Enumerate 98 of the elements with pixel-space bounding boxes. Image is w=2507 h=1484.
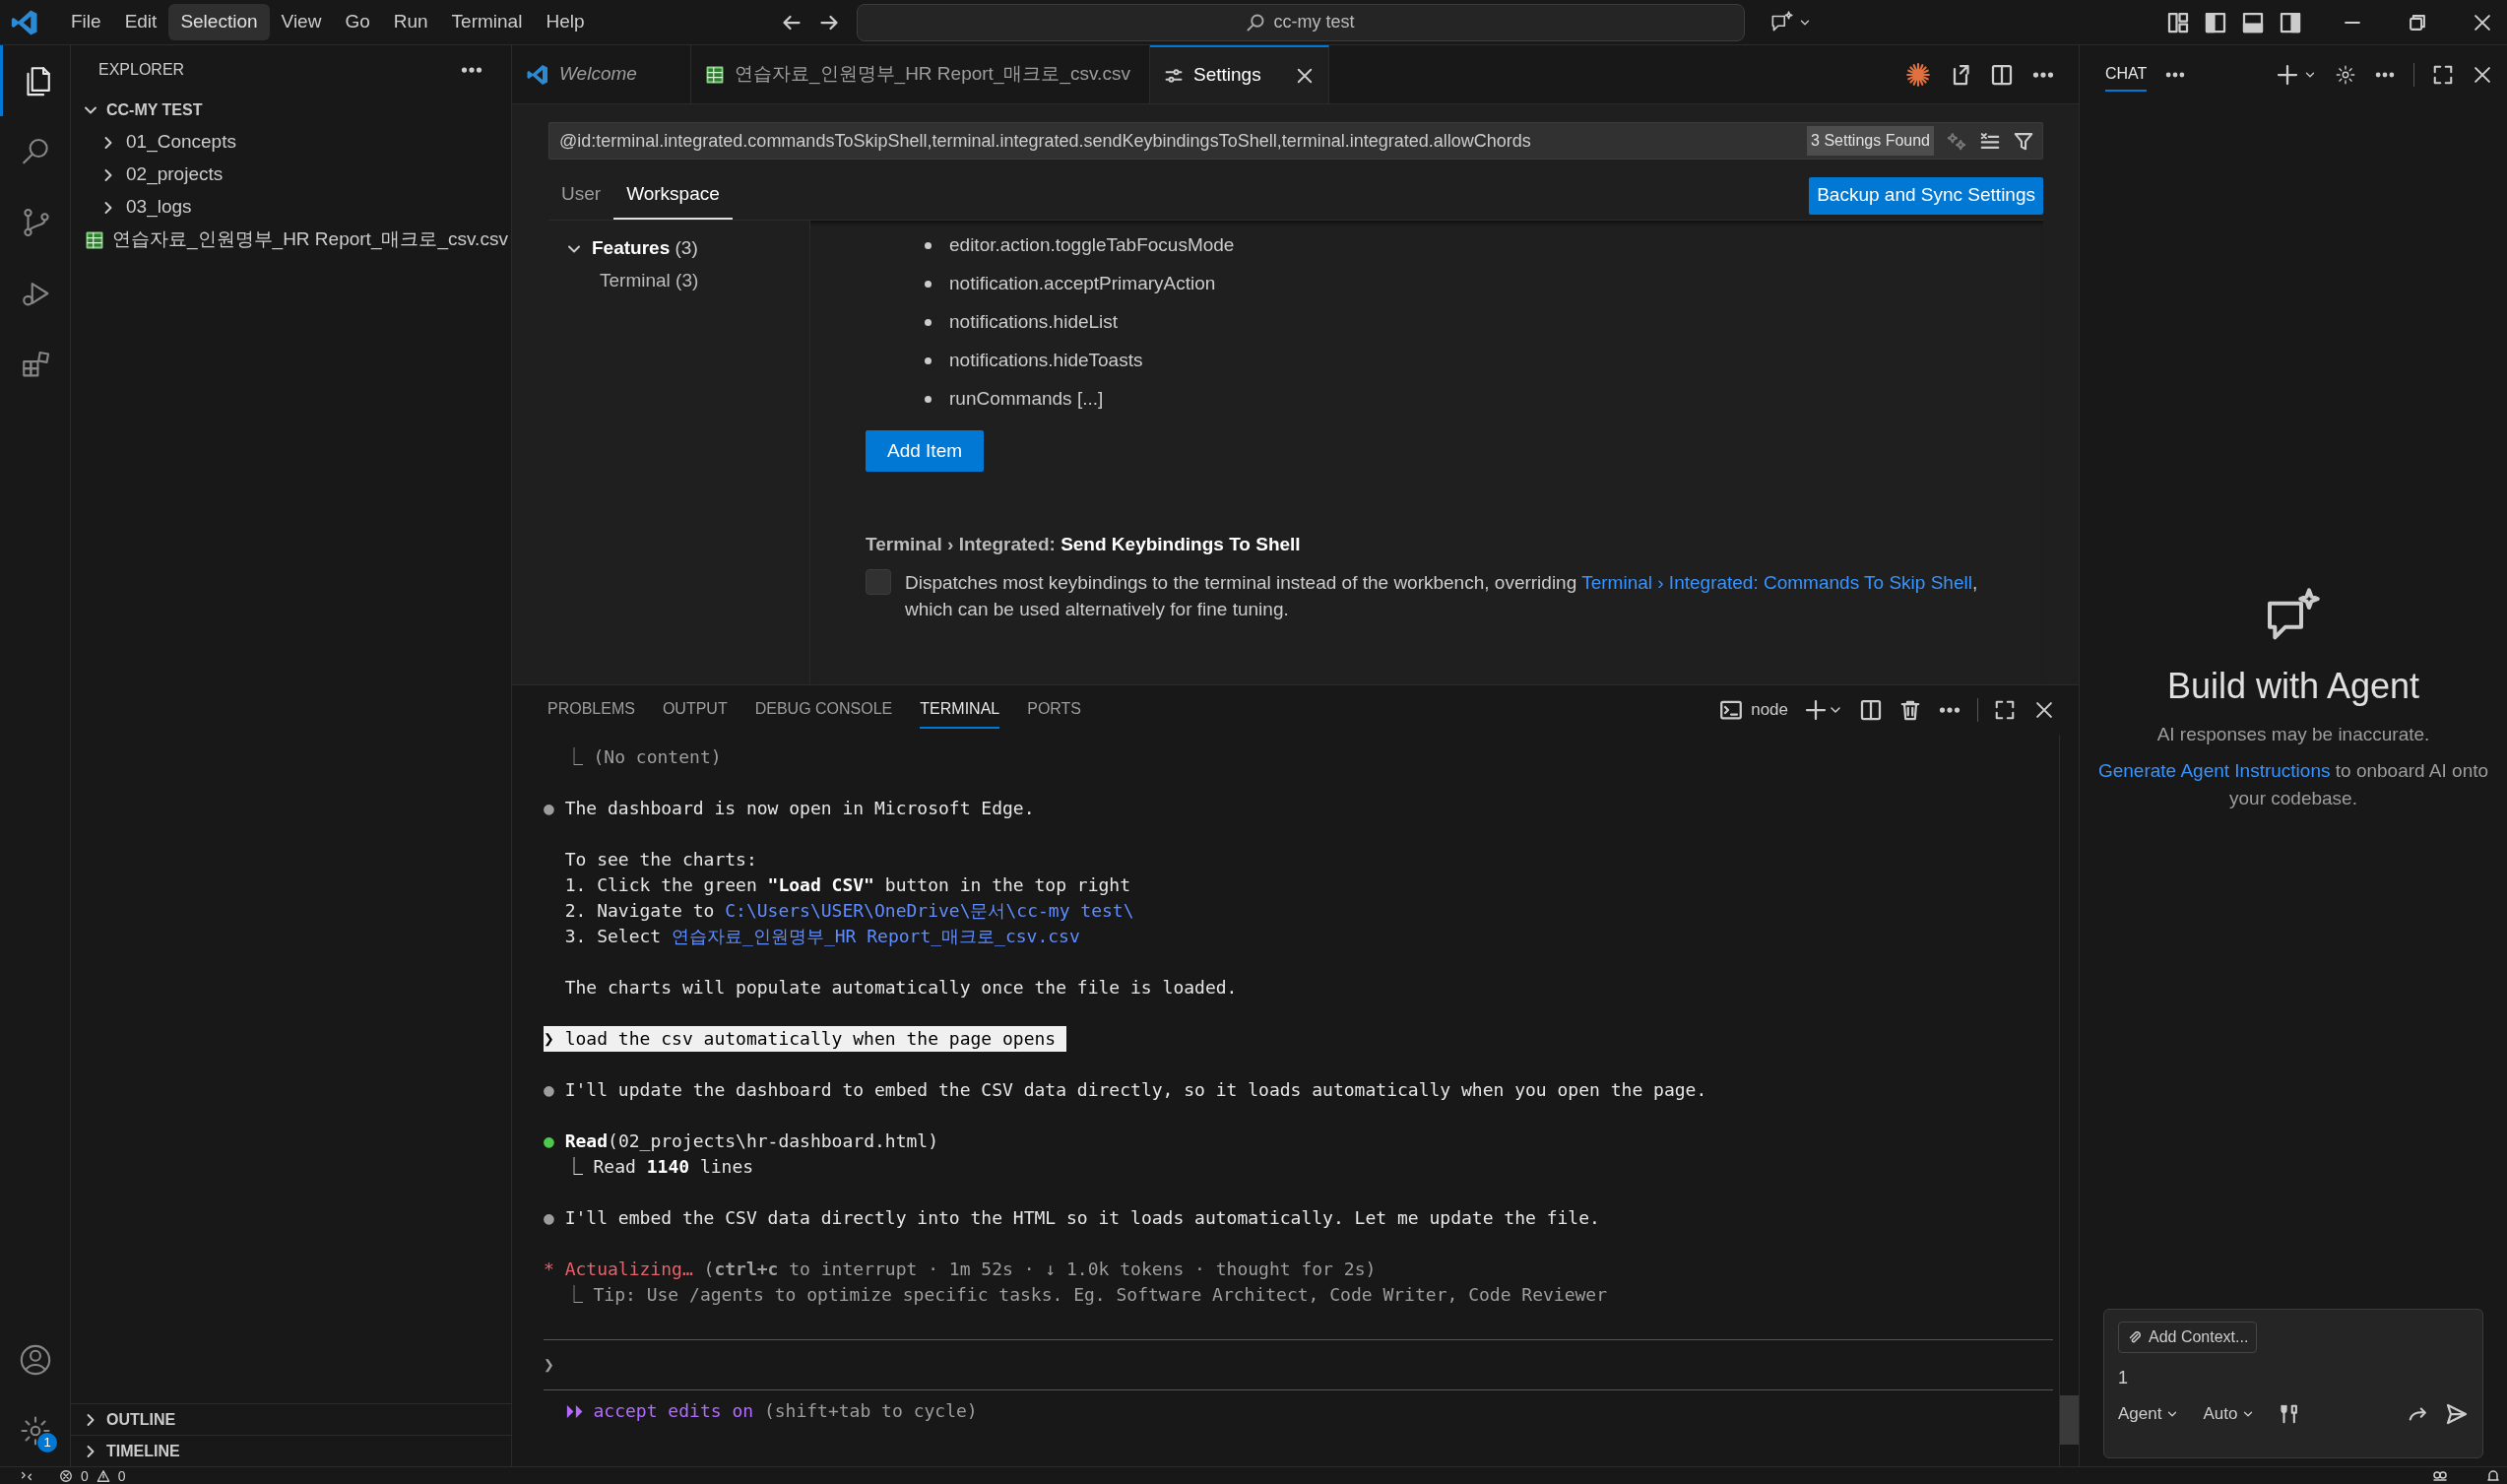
paperclip-icon (2127, 1329, 2143, 1345)
error-count[interactable]: 0 (81, 1467, 89, 1484)
menu-item[interactable]: Go (333, 4, 382, 40)
spreadsheet-icon (85, 229, 104, 250)
terminal-icon (1719, 698, 1744, 722)
chat-heading: Build with Agent (2166, 665, 2420, 708)
chat-input-box[interactable]: Add Context... 1 Agent Auto (2103, 1309, 2483, 1458)
search-icon (1246, 12, 1266, 32)
menu-item[interactable]: Terminal (439, 4, 535, 40)
file-tree-item[interactable]: 01_Concepts (71, 126, 511, 159)
terminal-line: 1. Click the green "Load CSV" button in the top right (563, 874, 1131, 895)
terminal-line: * Actualizing… (ctrl+c to interrupt · 1m 52s · ↓ 1.0k tokens · thought for 2s) (544, 1258, 1377, 1279)
setting-title: Terminal › Integrated: Send Keybindings To Shell (866, 533, 1302, 556)
terminal-line: The charts will populate automatically once the file is loaded. (563, 977, 1238, 998)
send-icon[interactable] (2445, 1401, 2469, 1426)
setting-description: Dispatches most keybindings to the terminal instead of the workbench, overriding Terminal › Integrated: Commands To Skip Shell, which can be used alternatively for fine tuning. (905, 570, 1979, 621)
checkbox[interactable] (866, 568, 891, 595)
list-item-text: notifications.hideList (949, 310, 1119, 335)
sync-settings-button[interactable]: Backup and Sync Settings (1809, 176, 2043, 215)
trash-icon[interactable] (1898, 698, 1922, 722)
terminal-line: ● Read(02_projects\hr-dashboard.html) (544, 1130, 938, 1151)
new-terminal-icon[interactable] (1804, 698, 1828, 722)
list-item-text: notifications.hideToasts (949, 349, 1143, 373)
scope-tab[interactable]: Workspace (613, 171, 733, 220)
command-center[interactable]: cc-my test (856, 3, 1745, 41)
toggle-secondary-sidebar-icon[interactable] (2279, 10, 2302, 34)
account-icon[interactable] (18, 1343, 52, 1377)
model-dropdown[interactable]: Auto (2203, 1401, 2256, 1427)
terminal-line: ● I'll embed the CSV data directly into the HTML so it loads automatically. Let me update the file. (544, 1207, 1600, 1228)
mode-status-line: ⏵⏵ accept edits on (shift+tab to cycle) (563, 1399, 978, 1423)
close-icon[interactable] (2472, 64, 2493, 86)
menu-item[interactable]: Edit (112, 4, 169, 40)
scrollbar-thumb[interactable] (2060, 1395, 2079, 1445)
agent-instructions-link[interactable]: Generate Agent Instructions (2097, 759, 2331, 781)
toc-item[interactable]: Features (3) (564, 232, 809, 265)
toggle-panel-icon[interactable] (2241, 10, 2265, 34)
toc-item[interactable]: Terminal (3) (564, 265, 809, 296)
terminal-line: 3. Select 연습자료_인원명부_HR Report_매크로_csv.csv (563, 926, 1080, 946)
app-logo-icon (526, 62, 549, 87)
terminal-line: ⎿ Read 1140 lines (563, 1156, 754, 1177)
mode-dropdown[interactable]: Agent (2118, 1401, 2180, 1427)
panel-tab[interactable]: DEBUG CONSOLE (754, 691, 893, 729)
sparkle-icon[interactable] (1946, 130, 1967, 152)
clear-filter-icon[interactable] (1979, 130, 2001, 152)
list-item-text: editor.action.toggleTabFocusMode (949, 233, 1235, 258)
terminal-line: ⎿ Tip: Use /agents to optimize specific tasks. Eg. Software Architect, Code Writer, Code Reviewer (563, 1284, 1608, 1305)
terminal-line: ⎿ (No content) (563, 746, 722, 767)
close-icon[interactable] (2033, 699, 2055, 721)
notifications-bell-icon[interactable] (2485, 1467, 2501, 1484)
terminal-selector[interactable]: node (1719, 697, 1788, 723)
split-editor-icon[interactable] (1990, 62, 2014, 87)
list-item-text: runCommands [...] (949, 387, 1104, 412)
editor-tab[interactable]: Settings (1150, 45, 1329, 103)
customize-layout-icon[interactable] (2166, 10, 2190, 34)
maximize-panel-icon[interactable] (1994, 699, 2016, 721)
chat-subtitle: AI responses may be inaccurate. (2156, 723, 2430, 746)
chat-tab[interactable]: CHAT (2105, 58, 2148, 92)
new-chat-icon[interactable] (2276, 63, 2299, 87)
maximize-icon[interactable] (2432, 64, 2454, 86)
settings-search-field[interactable]: @id:terminal.integrated.commandsToSkipShell,terminal.integrated.sendKeybindingsToShell,terminal.integrated.allowChords 3 Settings Found (548, 122, 2043, 160)
terminal-line: ● The dashboard is now open in Microsoft Edge. (544, 798, 1035, 818)
split-terminal-icon[interactable] (1859, 698, 1883, 722)
menu-item[interactable]: Selection (168, 4, 270, 40)
terminal-line: To see the charts: (563, 849, 757, 870)
warning-icon (96, 1468, 110, 1483)
list-item-text: notification.acceptPrimaryAction (949, 272, 1216, 296)
scope-tab[interactable]: User (548, 171, 614, 220)
panel-tab[interactable]: PORTS (1027, 691, 1082, 729)
results-count-badge: 3 Settings Found (1807, 126, 1934, 156)
chat-input-text: 1 (2118, 1367, 2129, 1389)
terminal-line: 2. Navigate to C:\Users\USER\OneDrive\문서\cc-my test\ (563, 900, 1134, 921)
folder-tree-root[interactable]: CC-MY TEST (71, 95, 511, 126)
panel-tab[interactable]: OUTPUT (662, 691, 728, 729)
warning-count[interactable]: 0 (117, 1467, 126, 1484)
menu-item[interactable]: Run (381, 4, 440, 40)
input-prompt[interactable]: ❯ (544, 1340, 2059, 1389)
file-tree-item[interactable]: 02_projects (71, 159, 511, 191)
add-item-button[interactable]: Add Item (866, 430, 985, 472)
setting-link[interactable]: Terminal › Integrated: Commands To Skip Shell (1581, 571, 1972, 593)
error-icon (59, 1468, 73, 1483)
panel-tab[interactable]: TERMINAL (920, 691, 1000, 729)
terminal-line: ● I'll update the dashboard to embed the CSV data directly, so it loads automatically when you open the page. (544, 1079, 1707, 1100)
menu-item[interactable]: File (59, 4, 113, 40)
sidebar-section-header[interactable]: OUTLINE (71, 1403, 511, 1435)
sidebar-title: EXPLORER (98, 60, 185, 80)
command-center-text: cc-my test (1273, 11, 1355, 33)
notification-badge: 1 (37, 1433, 57, 1452)
toggle-primary-sidebar-icon[interactable] (2204, 10, 2227, 34)
panel-tab[interactable]: PROBLEMS (547, 691, 635, 729)
filter-icon[interactable] (2013, 130, 2034, 152)
add-context-button[interactable]: Add Context... (2118, 1322, 2258, 1353)
menu-item[interactable]: View (269, 4, 334, 40)
file-tree-item[interactable]: 연습자료_인원명부_HR Report_매크로_csv.csv (71, 224, 511, 256)
menu-item[interactable]: Help (534, 4, 597, 40)
spreadsheet-icon (705, 64, 725, 85)
chat-description: Generate Agent Instructions to onboard AI onto your codebase. (2096, 758, 2490, 810)
file-tree-item[interactable]: 03_logs (71, 191, 511, 224)
editor-tab[interactable]: Welcome (512, 45, 691, 103)
